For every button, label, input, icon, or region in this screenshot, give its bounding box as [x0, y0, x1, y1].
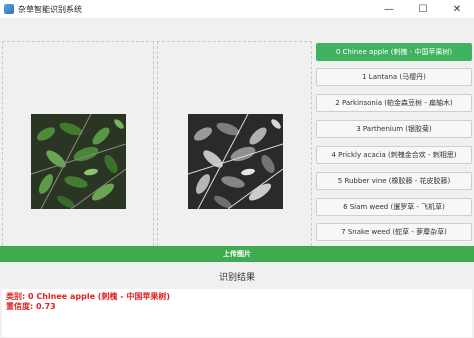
class-button-0[interactable]: 0 Chinee apple (刺槐 - 中国苹果树)	[316, 43, 472, 61]
processed-image-panel	[157, 41, 312, 256]
upload-image-button[interactable]: 上传图片	[0, 246, 474, 262]
class-button-5[interactable]: 5 Rubber vine (橡胶藤 - 花皮胶藤)	[316, 172, 472, 190]
app-icon	[4, 4, 14, 14]
class-button-6[interactable]: 6 Siam weed (暹罗草 - 飞机草)	[316, 198, 472, 216]
original-plant-image	[31, 114, 126, 209]
class-button-3[interactable]: 3 Parthenium (银胶菊)	[316, 120, 472, 138]
class-button-2[interactable]: 2 Parkinsonia (帕金森豆树 - 扁轴木)	[316, 94, 472, 112]
result-class: 类别: 0 Chinee apple (刺槐 - 中国苹果树)	[6, 292, 170, 301]
original-image-panel	[2, 41, 154, 256]
result-confidence: 置信度: 0.73	[6, 302, 56, 311]
class-button-7[interactable]: 7 Snake weed (蛇草 - 萝藦杂草)	[316, 223, 472, 241]
class-button-4[interactable]: 4 Prickly acacia (刺槐金合欢 - 刺相思)	[316, 146, 472, 164]
class-button-1[interactable]: 1 Lantana (马缨丹)	[316, 68, 472, 86]
processed-plant-image	[188, 114, 283, 209]
title-bar: 杂草智能识别系统 — ☐ ✕	[0, 0, 474, 18]
main-content: 0 Chinee apple (刺槐 - 中国苹果树) 1 Lantana (马…	[0, 18, 474, 338]
window-title: 杂草智能识别系统	[18, 4, 82, 14]
window-controls: — ☐ ✕	[372, 0, 474, 18]
result-box: 类别: 0 Chinee apple (刺槐 - 中国苹果树) 置信度: 0.7…	[2, 289, 472, 337]
maximize-icon[interactable]: ☐	[406, 0, 440, 18]
minimize-icon[interactable]: —	[372, 0, 406, 18]
close-icon[interactable]: ✕	[440, 0, 474, 18]
result-title: 识别结果	[218, 273, 255, 283]
